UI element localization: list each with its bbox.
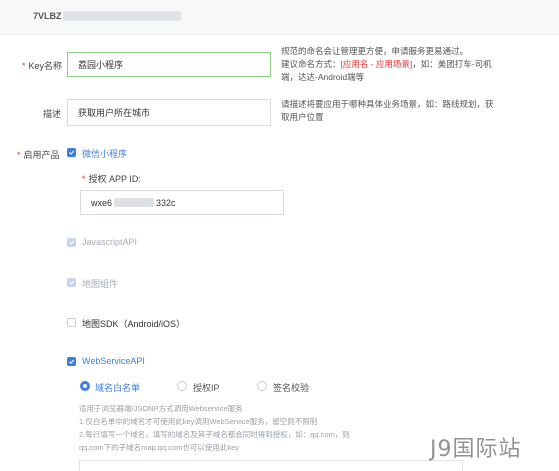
- watermark: J9国际站: [430, 437, 522, 462]
- description-input[interactable]: 获取用户所在城市: [67, 99, 271, 126]
- map-sdk-checkbox[interactable]: [67, 318, 76, 327]
- signature-radio[interactable]: [257, 381, 267, 391]
- check-icon: [69, 150, 75, 155]
- whitelist-note-3: 2.每行填写一个域名，填写的域名及其子域名都会同时得到授权，如：qq.com，则: [79, 430, 350, 439]
- key-name-input[interactable]: 荔园小程序: [67, 52, 271, 77]
- description-label: 描述: [43, 109, 62, 119]
- key-name-help: 规范的命名会让管理更方便，申请服务更易通过。 建议命名方式：[应用名 - 应用场…: [281, 46, 492, 82]
- authorized-ip-label: 授权IP: [193, 383, 220, 393]
- domain-whitelist-textarea[interactable]: [79, 460, 463, 471]
- authorized-ip-radio[interactable]: [177, 381, 187, 391]
- key-id-redacted: [63, 11, 181, 21]
- signature-label: 签名校验: [273, 383, 310, 393]
- map-component-checkbox[interactable]: [67, 278, 76, 287]
- map-component-label: 地图组件: [82, 279, 119, 289]
- check-icon: [69, 359, 75, 364]
- check-icon: [69, 280, 75, 285]
- check-icon: [69, 240, 75, 245]
- javascript-api-checkbox[interactable]: [67, 238, 76, 247]
- javascript-api-label: JavascriptAPI: [82, 237, 138, 247]
- webservice-api-label: WebServiceAPI: [82, 356, 145, 366]
- mini-program-label: 微信小程序: [82, 149, 128, 159]
- description-help: 请描述将要应用于哪种具体业务场景，如：路线规划，获 取用户位置: [281, 99, 494, 122]
- whitelist-note-2: 1.仅白名单中的域名才可使用此key调用WebService服务，留空则不限制: [79, 417, 318, 426]
- key-name-label: * Key名称: [22, 61, 63, 71]
- webservice-api-checkbox[interactable]: [67, 357, 76, 366]
- app-id-label: * 授权 APP ID:: [82, 174, 141, 184]
- domain-whitelist-label: 域名白名单: [95, 383, 141, 393]
- app-id-input[interactable]: wxe6 332c: [80, 190, 284, 215]
- whitelist-note-1: 适用于浏览器端/JSONP方式调用Webservice服务: [79, 404, 243, 413]
- key-header: 7VLBZ: [0, 0, 559, 35]
- map-sdk-label: 地图SDK（Android/iOS）: [82, 319, 186, 329]
- whitelist-note-4: qq.com下的子域名map.qq.com也可以使用此key: [79, 443, 240, 452]
- app-id-redacted: [114, 198, 155, 207]
- key-id-text: 7VLBZ: [33, 11, 62, 21]
- mini-program-checkbox[interactable]: [67, 148, 76, 157]
- products-label: * 启用产品: [17, 150, 60, 160]
- domain-whitelist-radio[interactable]: [80, 381, 90, 391]
